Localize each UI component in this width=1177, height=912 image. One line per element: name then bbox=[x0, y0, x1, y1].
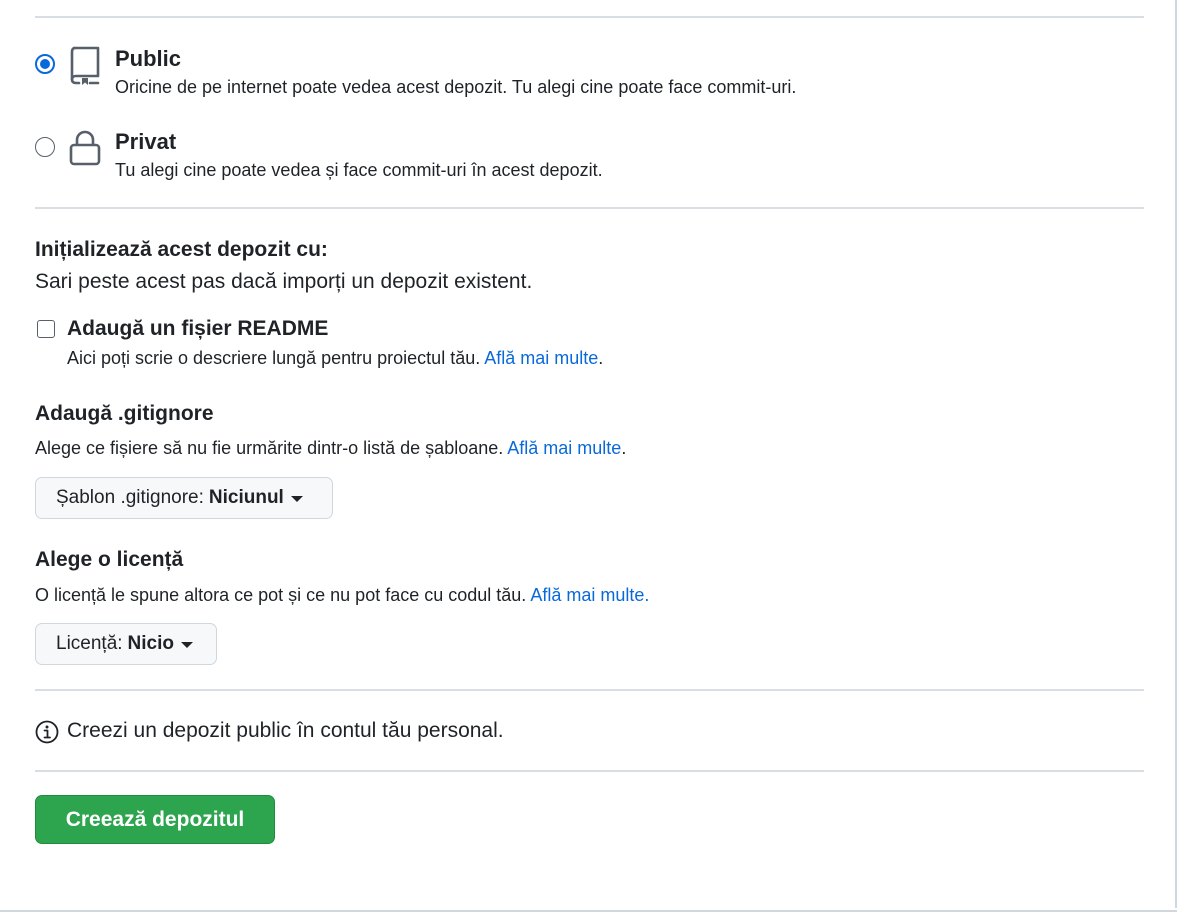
license-learn-more-link[interactable]: Află mai multe. bbox=[530, 585, 649, 605]
radio-private[interactable] bbox=[35, 137, 55, 157]
info-divider bbox=[35, 770, 1144, 772]
gitignore-learn-more-link[interactable]: Află mai multe bbox=[507, 438, 621, 458]
info-icon bbox=[35, 720, 59, 744]
private-description: Tu alegi cine poate vedea și face commit… bbox=[115, 160, 603, 180]
top-divider bbox=[35, 16, 1144, 18]
new-repository-form: Public Oricine de pe internet poate vede… bbox=[0, 0, 1177, 912]
license-dropdown-label: Licență: bbox=[56, 633, 123, 654]
gitignore-dropdown-label: Șablon .gitignore: bbox=[56, 487, 204, 508]
license-divider bbox=[35, 689, 1144, 691]
info-text: Creezi un depozit public în contul tău p… bbox=[67, 719, 504, 742]
private-title: Privat bbox=[115, 129, 177, 154]
create-repository-button[interactable]: Creează depozitul bbox=[35, 795, 275, 844]
license-description-line: O licență le spune altora ce pot și ce n… bbox=[35, 585, 649, 606]
gitignore-trailing: . bbox=[621, 438, 627, 458]
license-dropdown[interactable]: Licență: Nicio bbox=[35, 623, 217, 665]
initialize-subtitle: Sari peste acest pas dacă imporți un dep… bbox=[35, 270, 533, 293]
readme-label[interactable]: Adaugă un fișier README bbox=[67, 317, 328, 341]
readme-description: Aici poți scrie o descriere lungă pentru… bbox=[67, 348, 481, 368]
repo-icon bbox=[70, 46, 100, 85]
gitignore-template-dropdown[interactable]: Șablon .gitignore: Niciunul bbox=[35, 477, 333, 519]
lock-icon bbox=[69, 130, 101, 166]
initialize-title: Inițializează acest depozit cu: bbox=[35, 238, 328, 261]
readme-learn-more-link[interactable]: Află mai multe bbox=[484, 348, 598, 368]
caret-down-icon bbox=[290, 496, 303, 502]
license-description: O licență le spune altora ce pot și ce n… bbox=[35, 585, 527, 605]
caret-down-icon bbox=[181, 642, 193, 648]
radio-public[interactable] bbox=[35, 54, 55, 74]
readme-trailing: . bbox=[598, 348, 604, 368]
gitignore-title: Adaugă .gitignore bbox=[35, 402, 214, 425]
license-title: Alege o licență bbox=[35, 548, 184, 571]
license-dropdown-value: Nicio bbox=[127, 633, 174, 654]
readme-description-line: Aici poți scrie o descriere lungă pentru… bbox=[67, 348, 603, 369]
gitignore-description: Alege ce fișiere să nu fie urmărite dint… bbox=[35, 438, 504, 458]
visibility-divider bbox=[35, 207, 1144, 209]
gitignore-dropdown-value: Niciunul bbox=[208, 487, 284, 508]
gitignore-description-line: Alege ce fișiere să nu fie urmărite dint… bbox=[35, 438, 626, 459]
readme-checkbox[interactable] bbox=[37, 320, 55, 338]
public-description: Oricine de pe internet poate vedea acest… bbox=[115, 77, 797, 97]
public-title: Public bbox=[115, 46, 182, 71]
